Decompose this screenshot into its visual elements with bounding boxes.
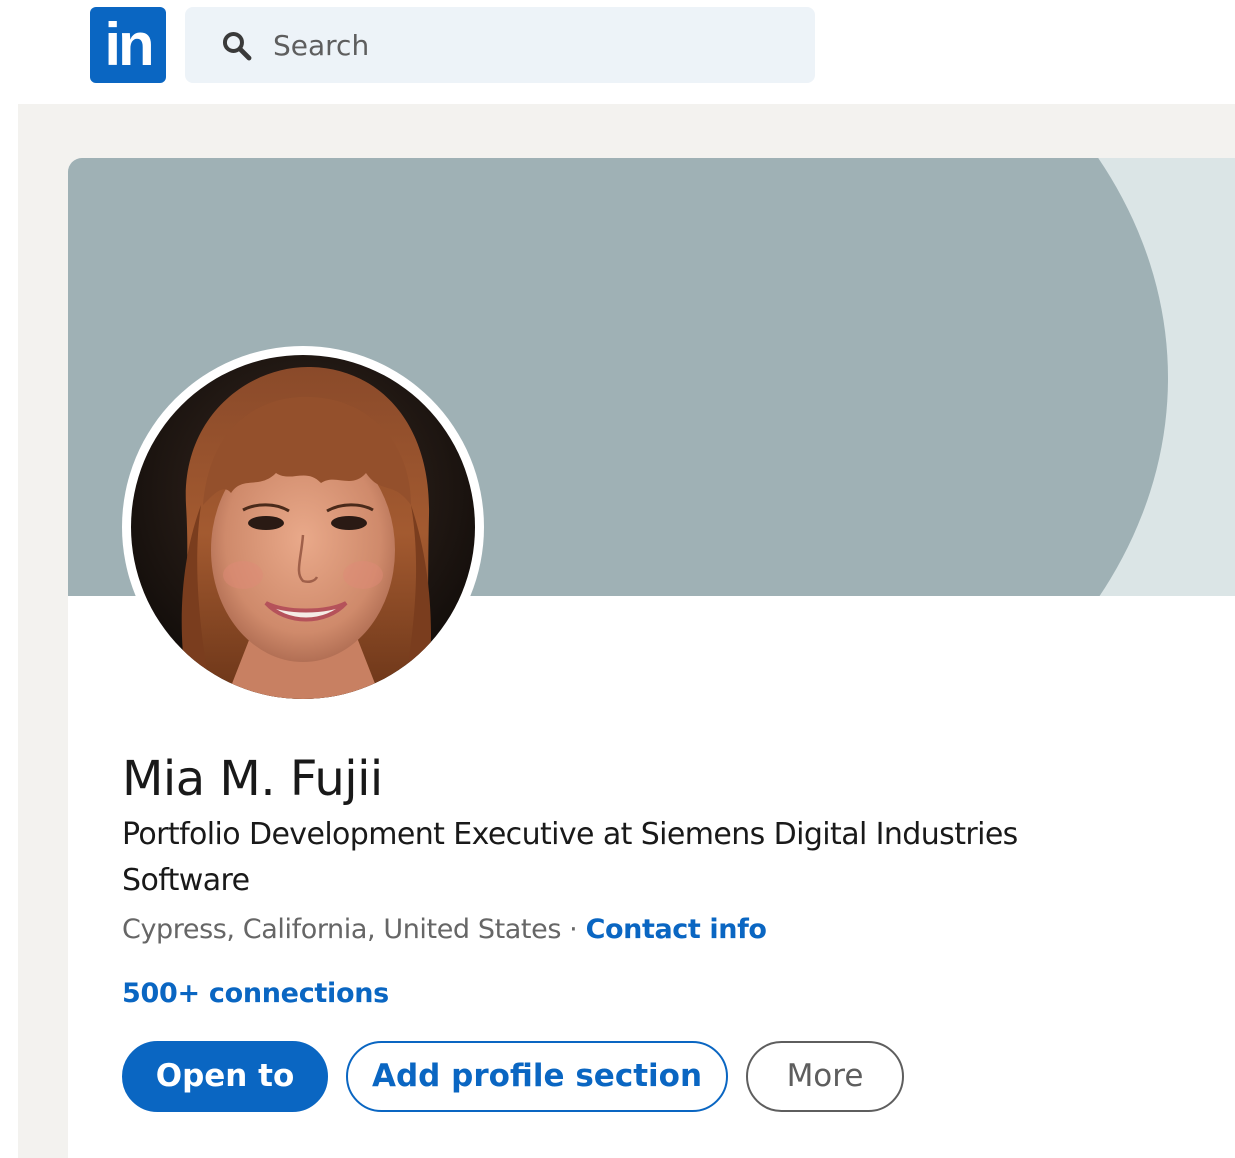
global-nav: in: [0, 0, 1235, 104]
linkedin-logo-icon[interactable]: in: [90, 7, 166, 83]
profile-photo: [131, 355, 475, 699]
search-input[interactable]: [273, 7, 793, 83]
search-icon: [222, 31, 252, 61]
avatar-frame[interactable]: [122, 346, 484, 708]
connections-link[interactable]: 500+ connections: [122, 974, 389, 1014]
open-to-button[interactable]: Open to: [122, 1041, 328, 1112]
profile-headline: Portfolio Development Executive at Sieme…: [122, 817, 1018, 898]
more-button[interactable]: More: [746, 1041, 904, 1112]
add-profile-section-button[interactable]: Add profile section: [346, 1041, 728, 1112]
profile-name: Mia M. Fujii: [122, 751, 383, 807]
contact-info-link[interactable]: Contact info: [586, 914, 767, 945]
location-row: Cypress, California, United States · Con…: [122, 910, 767, 950]
search-bar[interactable]: [185, 7, 815, 83]
profile-location: Cypress, California, United States: [122, 914, 561, 945]
avatar[interactable]: [131, 355, 475, 699]
separator-dot: ·: [561, 914, 586, 945]
